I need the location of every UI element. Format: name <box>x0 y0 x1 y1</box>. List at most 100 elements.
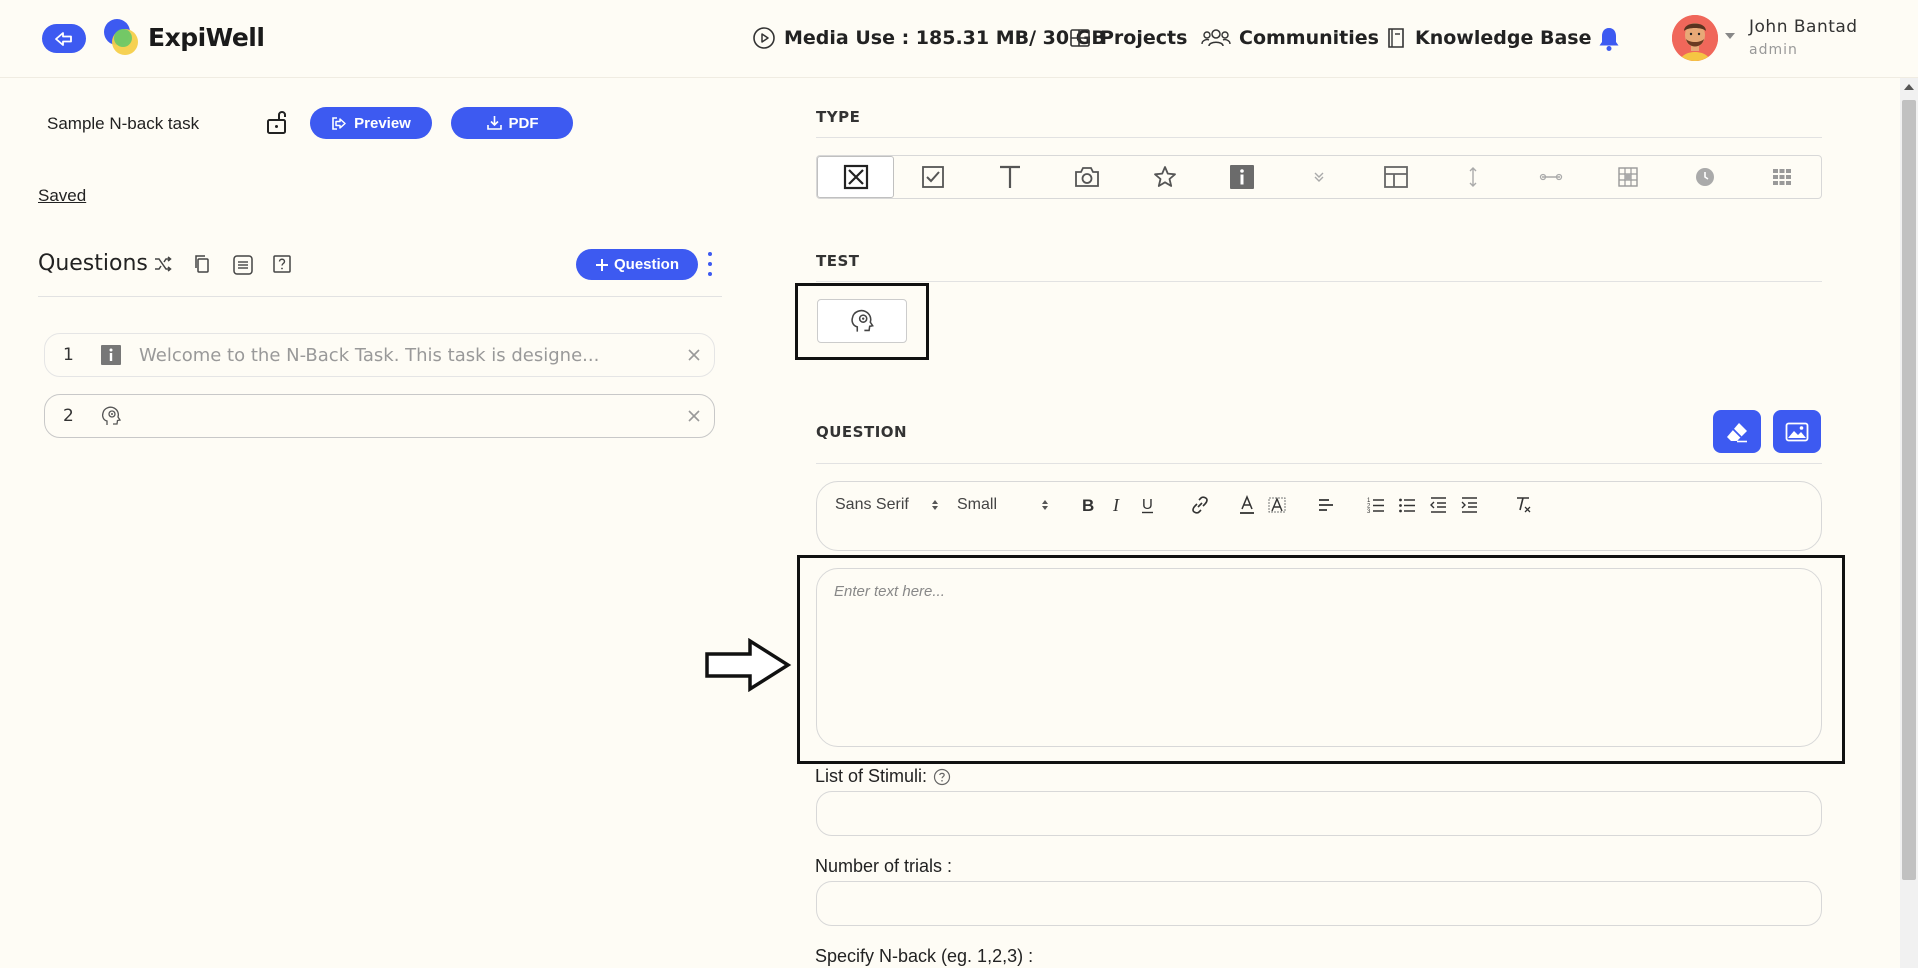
type-section-label: TYPE <box>816 108 861 126</box>
type-option-text[interactable] <box>971 156 1048 198</box>
indent-icon[interactable] <box>1460 495 1478 515</box>
type-option-star-rating[interactable] <box>1126 156 1203 198</box>
play-circle-icon <box>753 27 775 49</box>
test-divider <box>816 281 1822 282</box>
test-section-label: TEST <box>816 252 860 270</box>
stimuli-input[interactable] <box>816 791 1822 836</box>
ordered-list-icon[interactable]: 1 2 3 <box>1367 495 1385 515</box>
dropdown-icon <box>1314 172 1324 182</box>
media-use-indicator[interactable]: Media Use : 185.31 MB/ 30 GB <box>752 26 1106 50</box>
shuffle-icon[interactable] <box>153 254 173 274</box>
user-name: John Bantad <box>1749 17 1858 37</box>
type-option-checkbox[interactable] <box>894 156 971 198</box>
nav-projects[interactable]: Projects <box>1068 26 1187 50</box>
copy-icon[interactable] <box>193 254 211 274</box>
stimuli-field-label: List of Stimuli: <box>815 766 951 787</box>
svg-text:U: U <box>1142 496 1153 513</box>
unlock-icon[interactable] <box>264 108 292 136</box>
font-size-select[interactable]: Small <box>957 496 997 514</box>
preview-share-icon <box>332 116 346 130</box>
remove-question-icon[interactable] <box>687 348 701 362</box>
back-arrow-icon <box>55 31 72 46</box>
outdent-icon[interactable] <box>1429 495 1447 515</box>
expiwell-logo <box>104 19 138 55</box>
add-question-button[interactable]: Question <box>576 249 698 280</box>
layout-icon <box>1384 166 1409 188</box>
right-arrow-pointer-icon <box>705 638 792 692</box>
pdf-label: PDF <box>508 114 539 132</box>
notification-bell-icon[interactable] <box>1598 26 1620 52</box>
task-title[interactable]: Sample N-back task <box>47 114 199 134</box>
image-icon <box>1785 422 1809 441</box>
link-icon[interactable] <box>1190 495 1210 515</box>
bullet-list-icon[interactable] <box>1398 495 1416 515</box>
type-option-vertical-slider[interactable] <box>1435 156 1512 198</box>
bold-icon[interactable]: B <box>1080 495 1096 515</box>
clear-formatting-icon[interactable] <box>1514 495 1532 515</box>
italic-icon[interactable]: I <box>1111 495 1125 515</box>
svg-text:3: 3 <box>1367 509 1371 515</box>
remove-question-icon[interactable] <box>687 409 701 423</box>
nav-knowledge-base[interactable]: Knowledge Base <box>1385 26 1591 50</box>
font-family-select[interactable]: Sans Serif <box>835 496 909 514</box>
nav-communities[interactable]: Communities <box>1201 26 1379 50</box>
brain-gear-icon <box>851 309 874 332</box>
brain-gear-icon <box>101 406 122 425</box>
stimuli-label-text: List of Stimuli: <box>815 766 928 786</box>
top-header: ExpiWell Media Use : 185.31 MB/ 30 GB Pr… <box>0 0 1918 78</box>
svg-text:I: I <box>1112 495 1120 515</box>
scrollbar-thumb[interactable] <box>1902 100 1916 880</box>
type-option-clock[interactable] <box>1667 156 1744 198</box>
type-option-layout[interactable] <box>1358 156 1435 198</box>
underline-icon[interactable]: U <box>1140 495 1156 515</box>
preview-button[interactable]: Preview <box>310 107 432 139</box>
clear-format-button[interactable] <box>1713 410 1761 453</box>
user-role: admin <box>1749 42 1798 58</box>
nback-field-label: Specify N-back (eg. 1,2,3) : <box>815 946 1033 967</box>
user-menu-caret-icon[interactable] <box>1725 33 1735 39</box>
help-box-icon[interactable] <box>272 254 292 274</box>
preview-label: Preview <box>354 114 411 132</box>
type-option-horizontal-slider[interactable] <box>1512 156 1589 198</box>
horizontal-slider-icon <box>1539 173 1562 181</box>
type-divider <box>816 137 1822 138</box>
saved-status-link[interactable]: Saved <box>38 186 86 206</box>
type-option-dropdown[interactable] <box>1280 156 1357 198</box>
plus-icon <box>595 258 608 271</box>
communities-icon <box>1201 29 1231 47</box>
type-option-info[interactable] <box>1203 156 1280 198</box>
pdf-button[interactable]: PDF <box>451 107 573 139</box>
type-option-multiple-choice[interactable] <box>817 156 895 198</box>
background-color-icon[interactable] <box>1268 495 1286 515</box>
back-button[interactable] <box>42 24 86 53</box>
type-option-matrix[interactable] <box>1744 156 1821 198</box>
text-color-icon[interactable] <box>1238 495 1256 515</box>
more-options-icon[interactable] <box>707 252 713 276</box>
questions-divider <box>38 296 722 297</box>
insert-image-button[interactable] <box>1773 410 1821 453</box>
help-circle-icon[interactable] <box>933 768 951 786</box>
scroll-up-arrow-icon[interactable] <box>1904 84 1914 90</box>
list-icon[interactable] <box>232 254 254 276</box>
vertical-slider-icon <box>1469 167 1477 187</box>
align-left-icon[interactable] <box>1317 495 1335 515</box>
font-select-arrows-icon <box>932 500 938 510</box>
trials-field-label: Number of trials : <box>815 856 952 877</box>
nav-projects-label: Projects <box>1100 27 1188 49</box>
camera-icon <box>1075 167 1100 187</box>
question-list-item[interactable]: 1 Welcome to the N-Back Task. This task … <box>44 333 715 377</box>
question-text-editor[interactable]: Enter text here... <box>816 568 1822 747</box>
media-use-text: Media Use : 185.31 MB/ 30 GB <box>784 27 1106 49</box>
rich-text-toolbar: Sans Serif Small B I U 1 2 3 <box>816 481 1822 551</box>
type-option-camera[interactable] <box>1049 156 1126 198</box>
user-avatar[interactable] <box>1672 15 1718 61</box>
type-option-grid[interactable] <box>1589 156 1666 198</box>
question-list-item[interactable]: 2 <box>44 394 715 438</box>
questions-title: Questions <box>38 251 148 276</box>
eraser-icon <box>1727 422 1747 442</box>
svg-text:B: B <box>1082 496 1094 515</box>
avatar-illustration <box>1672 15 1718 61</box>
test-option-nback[interactable] <box>817 299 907 343</box>
nav-knowledge-label: Knowledge Base <box>1415 27 1592 49</box>
trials-input[interactable] <box>816 881 1822 926</box>
